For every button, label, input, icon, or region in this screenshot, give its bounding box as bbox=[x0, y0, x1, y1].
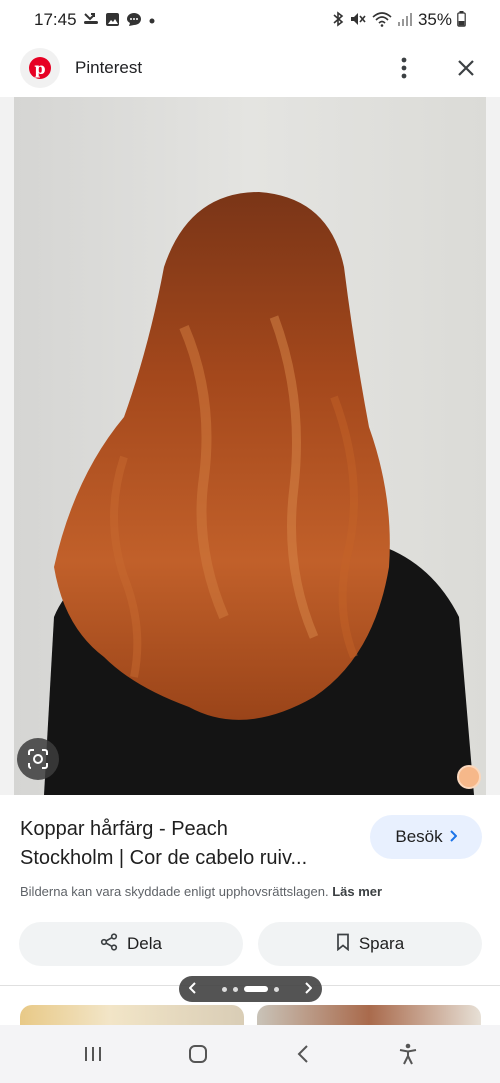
bookmark-icon bbox=[336, 933, 350, 956]
signal-icon bbox=[397, 11, 413, 29]
chevron-right-icon bbox=[449, 827, 458, 847]
carousel-dots bbox=[222, 986, 279, 992]
back-icon[interactable] bbox=[283, 1034, 323, 1074]
battery-icon bbox=[457, 11, 466, 29]
watermark-badge bbox=[457, 765, 481, 789]
visit-button[interactable]: Besök bbox=[370, 815, 482, 859]
app-bar: p Pinterest bbox=[0, 40, 500, 96]
battery-percent: 35% bbox=[417, 10, 452, 29]
home-icon[interactable] bbox=[178, 1034, 218, 1074]
result-title-line1: Koppar hårfärg - Peach bbox=[20, 818, 228, 840]
learn-more-link[interactable]: Läs mer bbox=[332, 884, 382, 899]
carousel-pager bbox=[179, 976, 322, 1002]
save-button[interactable]: Spara bbox=[258, 922, 482, 966]
recents-icon[interactable] bbox=[73, 1034, 113, 1074]
accessibility-icon[interactable] bbox=[388, 1034, 428, 1074]
google-lens-icon[interactable] bbox=[17, 738, 59, 780]
carousel-dot[interactable] bbox=[222, 986, 227, 992]
copyright-notice: Bilderna kan vara skyddade enligt upphov… bbox=[20, 884, 382, 899]
carousel-dot[interactable] bbox=[274, 986, 279, 992]
result-title-line2: Stockholm | Cor de cabelo ruiv... bbox=[20, 847, 308, 869]
mute-icon bbox=[349, 11, 367, 29]
carousel-dot[interactable] bbox=[233, 986, 238, 992]
more-vert-icon[interactable] bbox=[390, 54, 418, 82]
wifi-icon bbox=[372, 11, 392, 29]
visit-label: Besök bbox=[395, 827, 443, 846]
image-preview-area bbox=[0, 97, 500, 795]
bluetooth-icon bbox=[332, 11, 344, 29]
chat-icon bbox=[126, 12, 142, 29]
status-time: 17:45 bbox=[34, 10, 77, 29]
gallery-icon bbox=[105, 12, 120, 29]
carousel-dot-active[interactable] bbox=[244, 986, 268, 992]
chevron-left-icon[interactable] bbox=[188, 982, 197, 996]
save-label: Spara bbox=[358, 934, 405, 953]
chevron-right-icon[interactable] bbox=[304, 982, 313, 996]
share-button[interactable]: Dela bbox=[19, 922, 243, 966]
missed-call-icon bbox=[83, 12, 99, 28]
system-nav-bar bbox=[0, 1025, 500, 1083]
share-label: Dela bbox=[127, 934, 162, 953]
status-bar: 17:45 35% bbox=[0, 0, 500, 40]
pinterest-logo: p bbox=[29, 57, 51, 79]
close-icon[interactable] bbox=[452, 54, 480, 82]
share-icon bbox=[100, 932, 118, 956]
dot-icon bbox=[148, 13, 156, 27]
result-title[interactable]: Koppar hårfärg - Peach Stockholm | Cor d… bbox=[20, 815, 350, 873]
site-name[interactable]: Pinterest bbox=[75, 58, 142, 78]
result-image[interactable] bbox=[14, 97, 486, 795]
copyright-text: Bilderna kan vara skyddade enligt upphov… bbox=[20, 884, 329, 899]
site-favicon[interactable]: p bbox=[20, 48, 60, 88]
